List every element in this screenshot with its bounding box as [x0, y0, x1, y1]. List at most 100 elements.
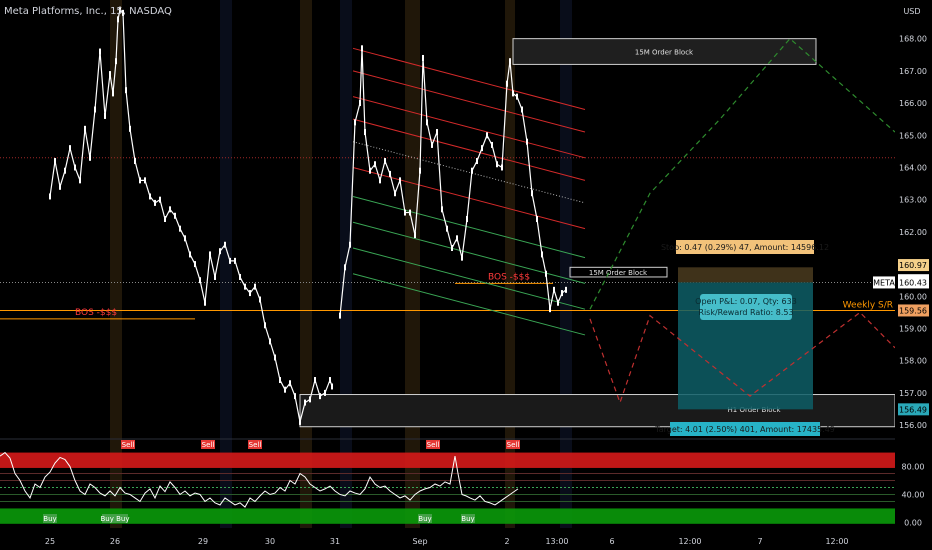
price-candle — [471, 167, 473, 174]
price-candle — [179, 225, 181, 232]
price-candle — [541, 251, 543, 258]
price-tick-label: 166.00 — [899, 99, 927, 108]
price-candle — [279, 377, 281, 384]
price-candle — [531, 190, 533, 197]
price-candle — [476, 158, 478, 165]
price-candle — [404, 209, 406, 216]
target-label: Target: 4.01 (2.50%) 401, Amount: 17435.… — [654, 425, 835, 434]
bos-left-label: BOS -$$$ — [75, 308, 117, 318]
osc-tick-label: 80.00 — [902, 463, 925, 472]
price-candle — [174, 212, 176, 219]
price-candle — [199, 277, 201, 284]
price-candle — [549, 306, 551, 313]
price-candle — [234, 257, 236, 264]
time-tick-label: 26 — [110, 537, 120, 546]
price-candle — [446, 225, 448, 232]
red-channel-line — [352, 70, 586, 133]
price-candle — [84, 125, 86, 132]
price-candle — [389, 170, 391, 177]
weekly-sr-label: Weekly S/R — [843, 300, 893, 310]
price-candle — [361, 45, 363, 52]
price-candle — [294, 393, 296, 400]
price-tag-label: 159.56 — [899, 306, 927, 315]
price-candle — [79, 177, 81, 184]
price-candle — [299, 418, 301, 425]
price-candle — [359, 100, 361, 107]
sell-label: Sell — [122, 441, 135, 449]
price-candle — [159, 196, 161, 203]
order-block-mid-label: 15M Order Block — [589, 269, 648, 277]
price-tick-label: 163.00 — [899, 196, 927, 205]
price-candle — [239, 273, 241, 280]
price-candle — [481, 145, 483, 152]
price-tick-label: 168.00 — [899, 35, 927, 44]
price-candle — [304, 399, 306, 406]
price-candle — [194, 261, 196, 268]
price-candle — [99, 48, 101, 55]
price-candle — [491, 141, 493, 148]
price-candle — [139, 177, 141, 184]
time-tick-label: 7 — [757, 537, 762, 546]
pnl-line2: Risk/Reward Ratio: 8.53 — [698, 308, 793, 317]
osc-overbought-band — [0, 452, 895, 468]
price-tick-label: 160.00 — [899, 292, 927, 301]
price-candle — [134, 158, 136, 165]
price-candle — [209, 251, 211, 258]
time-tick-label: 31 — [330, 537, 340, 546]
price-tick-label: 165.00 — [899, 131, 927, 140]
meta-tag-label: META — [873, 278, 895, 287]
price-candle — [314, 377, 316, 384]
session-band — [560, 0, 572, 528]
price-candle — [486, 132, 488, 139]
price-candle — [309, 396, 311, 403]
time-tick-label: 25 — [45, 537, 55, 546]
price-candle — [384, 158, 386, 165]
price-candle — [189, 251, 191, 258]
price-candle — [331, 383, 333, 390]
bos-mid-label: BOS -$$$ — [488, 272, 530, 282]
sell-label: Sell — [249, 441, 262, 449]
price-candle — [324, 389, 326, 396]
price-pane: Weekly S/R BOS -$$$ BOS -$$$ 15M Order Bloc… — [0, 6, 896, 436]
price-candle — [496, 161, 498, 168]
price-candle — [274, 354, 276, 361]
time-tick-label: 29 — [198, 537, 208, 546]
price-candle — [229, 257, 231, 264]
price-candle — [214, 273, 216, 280]
price-candle — [74, 164, 76, 171]
price-candle — [431, 141, 433, 148]
price-candle — [409, 209, 411, 216]
price-candle — [269, 338, 271, 345]
price-candle — [561, 290, 563, 297]
time-tick-label: 2 — [504, 537, 509, 546]
price-candle — [374, 161, 376, 168]
time-axis-bg — [0, 530, 932, 550]
price-candle — [456, 235, 458, 242]
green-channel-line — [352, 247, 586, 310]
price-candle — [204, 299, 206, 306]
price-candle — [506, 80, 508, 87]
price-tick-label: 162.00 — [899, 228, 927, 237]
price-tick-label: 159.00 — [899, 325, 927, 334]
price-candle — [436, 129, 438, 136]
price-candle — [264, 322, 266, 329]
price-tag-label: 156.49 — [899, 405, 927, 414]
price-candle — [461, 254, 463, 261]
price-candle — [349, 241, 351, 248]
price-candle — [144, 177, 146, 184]
price-candle — [64, 167, 66, 174]
price-candle — [379, 177, 381, 184]
osc-tick-label: 40.00 — [902, 490, 925, 499]
price-candle — [49, 193, 51, 200]
price-tick-label: 164.00 — [899, 163, 927, 172]
price-candle — [184, 235, 186, 242]
red-channel-line — [352, 118, 586, 181]
price-line — [339, 48, 567, 316]
price-candle — [54, 158, 56, 165]
price-candle — [339, 312, 341, 319]
price-tag-label: 160.43 — [899, 278, 927, 287]
buy-label: Buy Buy — [101, 515, 130, 523]
session-band — [110, 0, 122, 528]
price-candle — [149, 193, 151, 200]
time-tick-label: 12:00 — [678, 537, 701, 546]
